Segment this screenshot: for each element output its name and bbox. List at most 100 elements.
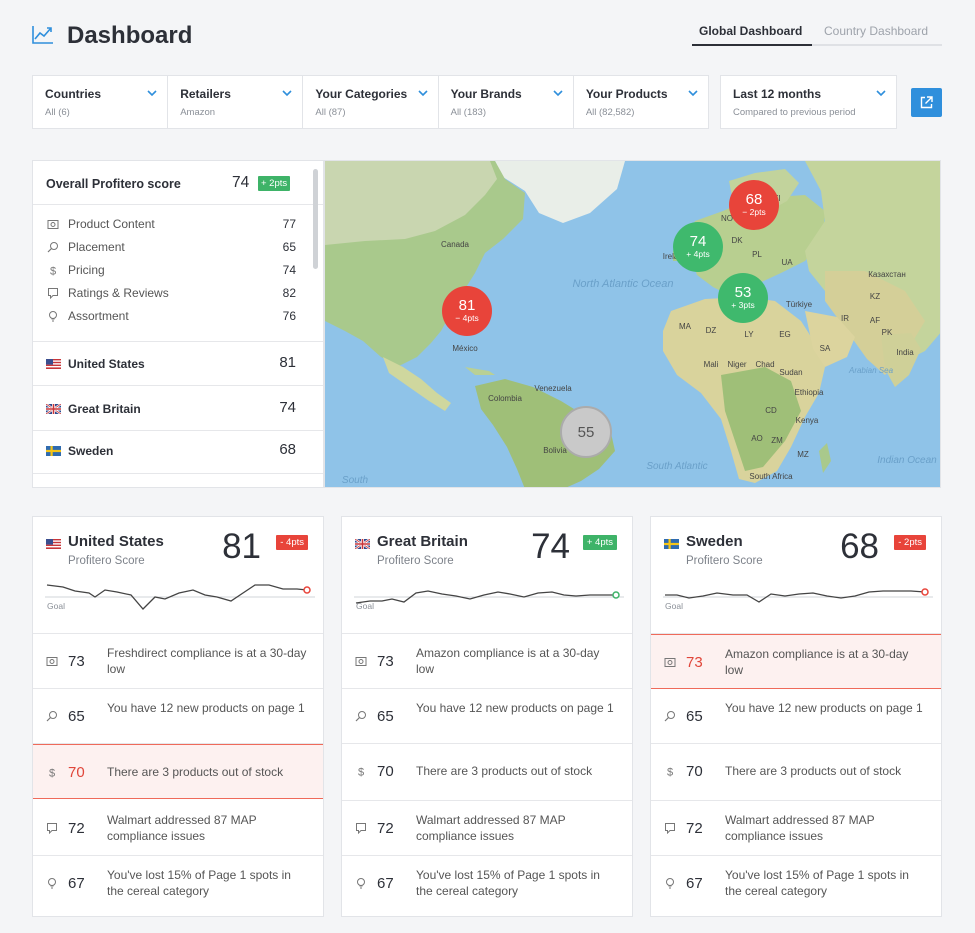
us-flag-icon [46,359,61,369]
map-bubble-south-america[interactable]: 55 [560,406,612,458]
tab-country-dashboard[interactable]: Country Dashboard [824,24,928,38]
insight-score: 70 [377,763,394,780]
card-header[interactable]: Sweden Profitero Score 68 - 2pts Goal [651,517,941,634]
map-label: NO [721,214,733,223]
chevron-down-icon [688,90,698,97]
map-label: Venezuela [534,384,572,393]
lightbulb-icon [48,878,56,889]
world-map[interactable]: North Atlantic Ocean South Atlantic Indi… [324,160,941,488]
card-delta-badge: + 4pts [582,535,617,550]
map-label: MZ [797,450,809,459]
insight-row-alert[interactable]: 73 Amazon compliance is at a 30-day low [651,634,941,689]
map-label: Казахстан [868,270,906,279]
svg-text:$: $ [50,266,56,277]
country-card-great-britain: Great Britain Profitero Score 74 + 4pts … [341,516,633,917]
map-bubble-europe[interactable]: 53 + 3pts [718,273,768,323]
scrollbar[interactable] [313,169,318,269]
svg-text:$: $ [667,767,673,778]
category-label: Product Content [68,217,155,231]
category-row-ratings[interactable]: Ratings & Reviews 82 [46,284,296,304]
map-label: México [452,344,478,353]
insight-row[interactable]: 67 You've lost 15% of Page 1 spots in th… [651,856,941,911]
map-label: DZ [706,326,717,335]
bubble-score: 74 [690,233,707,250]
card-header[interactable]: United States Profitero Score 81 - 4pts … [33,517,323,634]
category-row-pricing[interactable]: $ Pricing 74 [46,261,296,281]
insight-row[interactable]: $ 70 There are 3 products out of stock [651,744,941,801]
filter-categories[interactable]: Your Categories All (87) [303,76,439,128]
us-flag-icon [46,539,61,549]
card-header[interactable]: Great Britain Profitero Score 74 + 4pts … [342,517,632,634]
divider [33,341,323,342]
filter-countries[interactable]: Countries All (6) [33,76,169,128]
category-label: Placement [68,240,125,254]
insight-row[interactable]: 67 You've lost 15% of Page 1 spots in th… [33,856,323,911]
dollar-icon: $ [667,767,673,778]
insight-row[interactable]: 73 Freshdirect compliance is at a 30-day… [33,634,323,689]
category-value: 65 [282,240,296,254]
country-label: United States [68,357,145,371]
insight-row-alert[interactable]: $ 70 There are 3 products out of stock [33,744,323,799]
insight-score: 72 [377,820,394,837]
map-label: Türkiye [786,300,813,309]
map-label: Indian Ocean [877,455,937,466]
insight-row[interactable]: 65 You have 12 new products on page 1 [33,689,323,744]
score-sparkline: Goal [45,584,315,611]
insight-row[interactable]: 65 You have 12 new products on page 1 [651,689,941,744]
country-row-great-britain[interactable]: Great Britain 74 [46,399,296,419]
export-button[interactable] [911,88,942,117]
filter-products[interactable]: Your Products All (82,582) [574,76,708,128]
map-label: Canada [441,240,470,249]
insight-row[interactable]: 65 You have 12 new products on page 1 [342,689,632,744]
insight-score: 65 [377,708,394,725]
card-delta-badge: - 4pts [276,535,308,550]
search-icon [46,711,57,722]
insight-score: 65 [68,708,85,725]
map-label: IR [841,314,849,323]
insight-row[interactable]: 72 Walmart addressed 87 MAP compliance i… [651,801,941,856]
insight-text: There are 3 products out of stock [725,764,902,778]
map-label: Kenya [796,416,819,425]
bubble-delta: − 4pts [455,313,478,323]
insight-text: Walmart addressed 87 MAP compliance issu… [107,813,257,843]
bubble-score: 81 [459,297,476,314]
filter-retailers[interactable]: Retailers Amazon [168,76,304,128]
category-row-product-content[interactable]: Product Content 77 [46,215,296,235]
card-country-name: Great Britain [377,533,468,550]
country-row-united-states[interactable]: United States 81 [46,354,296,374]
insight-text: There are 3 products out of stock [107,765,284,779]
comment-icon [356,823,366,834]
goal-label: Goal [665,601,683,611]
map-label: South Atlantic [646,461,707,472]
map-label: MA [679,322,692,331]
overall-score-value: 74 [232,174,250,191]
card-subtitle: Profitero Score [377,555,454,567]
insight-row[interactable]: 72 Walmart addressed 87 MAP compliance i… [342,801,632,856]
map-bubble-great-britain[interactable]: 74 + 4pts [673,222,723,272]
filter-brands[interactable]: Your Brands All (183) [439,76,574,128]
insight-row[interactable]: 73 Amazon compliance is at a 30-day low [342,634,632,689]
insight-row[interactable]: $ 70 There are 3 products out of stock [342,744,632,801]
insight-row[interactable]: 67 You've lost 15% of Page 1 spots in th… [342,856,632,911]
category-value: 74 [282,263,296,277]
card-delta-badge: - 2pts [894,535,926,550]
insight-text: You've lost 15% of Page 1 spots in the c… [725,868,909,898]
chevron-down-icon [553,90,563,97]
filter-value: Amazon [180,107,216,118]
dollar-icon: $ [358,767,364,778]
period-selector[interactable]: Last 12 months Compared to previous peri… [720,75,897,129]
search-icon [355,711,366,722]
map-bubble-united-states[interactable]: 81 − 4pts [442,286,492,336]
insight-row[interactable]: 72 Walmart addressed 87 MAP compliance i… [33,801,323,856]
map-label: Colombia [488,394,522,403]
map-label: Sudan [779,368,802,377]
country-row-sweden[interactable]: Sweden 68 [46,441,296,461]
category-row-assortment[interactable]: Assortment 76 [46,307,296,327]
map-bubble-sweden[interactable]: 68 − 2pts [729,180,779,230]
tab-global-dashboard[interactable]: Global Dashboard [699,24,802,38]
bubble-delta: + 3pts [731,300,754,310]
map-label: ZM [771,436,783,445]
map-label: EG [779,330,791,339]
category-row-placement[interactable]: Placement 65 [46,238,296,258]
country-card-united-states: United States Profitero Score 81 - 4pts … [32,516,324,917]
